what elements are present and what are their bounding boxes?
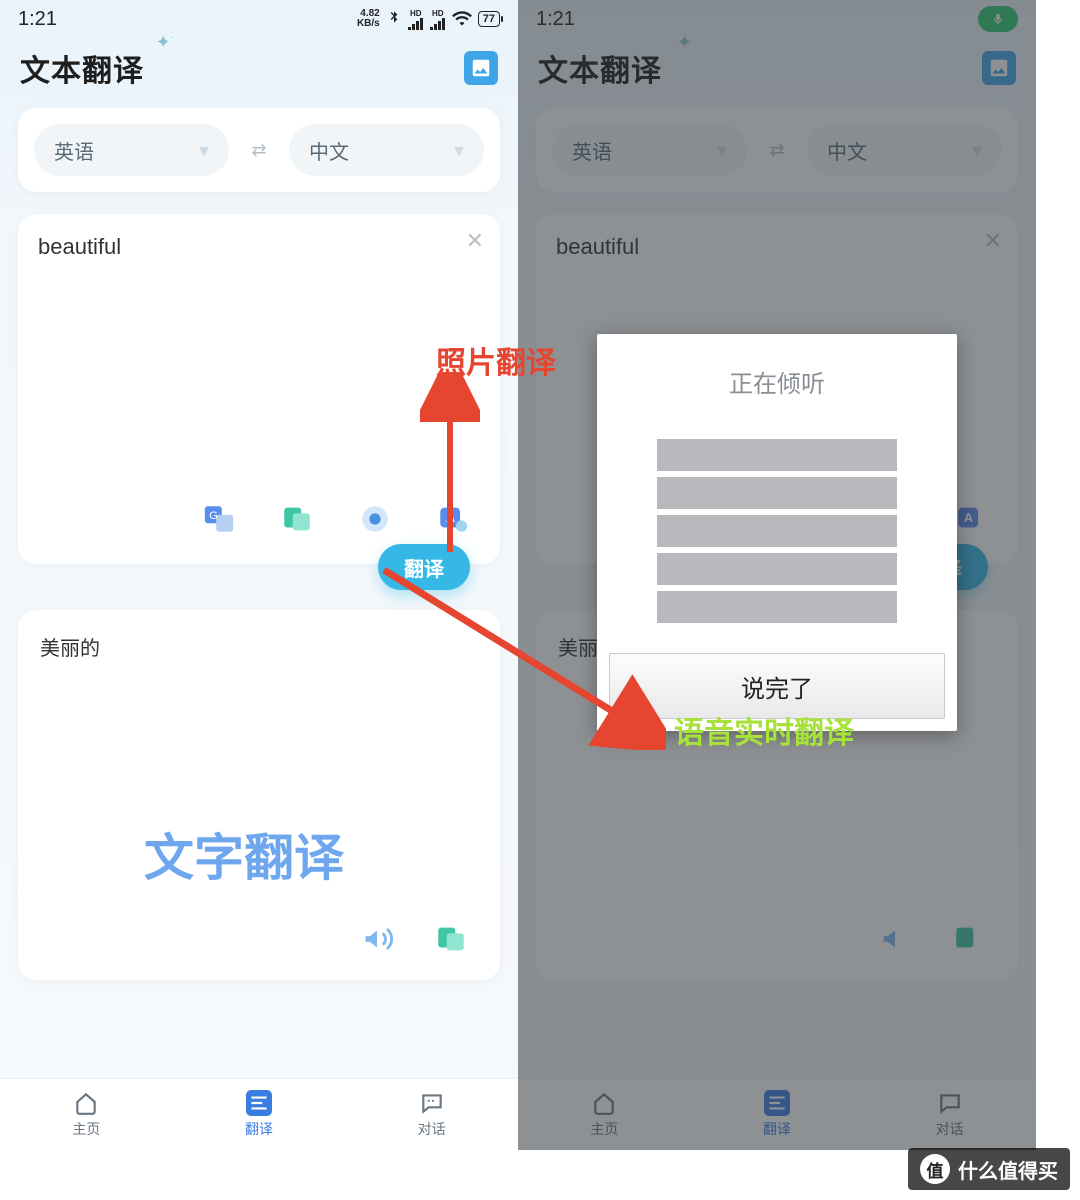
network-speed: 4.82KB/s [357,9,380,29]
result-text: 美丽的 [40,632,478,661]
swap-languages-button[interactable]: ⇄ [239,140,279,161]
clear-input-button[interactable]: ✕ [466,228,484,254]
input-card: ✕ beautiful G A 翻译 [18,214,500,564]
tab-home[interactable]: 主页 [0,1079,173,1150]
chevron-down-icon: ▾ [454,138,464,163]
dialog-placeholder-content [657,439,897,623]
tab-translate[interactable]: 翻译 [173,1079,346,1150]
page-title: 文本翻译 [20,46,144,90]
translate-tab-icon [246,1090,272,1116]
listening-dialog: 正在倾听 说完了 [597,334,957,731]
tab-label: 主页 [72,1119,100,1139]
gallery-button[interactable] [464,51,498,85]
sparkle-icon: ✦· [156,32,174,53]
tab-dialog[interactable]: 对话 [345,1079,518,1150]
chat-icon [419,1090,445,1116]
target-language-label: 中文 [309,136,349,165]
voice-input-icon[interactable] [356,500,394,538]
result-card: 美丽的 [18,610,500,980]
chevron-down-icon: ▾ [199,138,209,163]
target-language-select[interactable]: 中文 ▾ [289,124,484,176]
watermark: 值 什么值得买 [908,1148,1070,1190]
bluetooth-icon [386,10,402,29]
home-icon [73,1090,99,1116]
speak-result-icon[interactable] [358,920,396,958]
input-tool-row: G A [38,500,480,544]
watermark-badge: 值 [920,1154,950,1184]
done-speaking-button[interactable]: 说完了 [609,653,945,719]
document-translate-icon[interactable] [278,500,316,538]
battery-icon: 77 [478,11,500,27]
right-screenshot: 1:21 文本翻译 ✦ 英语▾ ⇄ 中文▾ ✕ beautiful [518,0,1036,1150]
copy-result-icon[interactable] [432,920,470,958]
status-indicators: 4.82KB/s HD HD 77 [357,9,500,30]
left-screenshot: 1:21 4.82KB/s HD HD 77 [0,0,518,1150]
watermark-text: 什么值得买 [958,1155,1058,1184]
translate-button[interactable]: 翻译 [378,544,470,590]
dialog-title: 正在倾听 [729,364,825,399]
status-bar: 1:21 4.82KB/s HD HD 77 [0,0,518,38]
input-text[interactable]: beautiful [38,234,480,260]
google-translate-icon[interactable]: G [200,500,238,538]
signal-hd-2: HD [430,9,446,30]
photo-translate-icon[interactable]: A [434,500,472,538]
tab-label: 翻译 [245,1119,273,1139]
language-selector-card: 英语 ▾ ⇄ 中文 ▾ [18,108,500,192]
wifi-icon [452,10,472,29]
signal-hd-1: HD [408,9,424,30]
status-time: 1:21 [18,8,57,31]
bottom-tabs: 主页 翻译 对话 [0,1078,518,1150]
source-language-select[interactable]: 英语 ▾ [34,124,229,176]
result-tool-row [40,920,478,958]
svg-text:G: G [209,510,218,522]
app-header: 文本翻译 ✦· [0,38,518,108]
tab-label: 对话 [418,1119,446,1139]
svg-text:A: A [446,510,455,525]
source-language-label: 英语 [54,136,94,165]
